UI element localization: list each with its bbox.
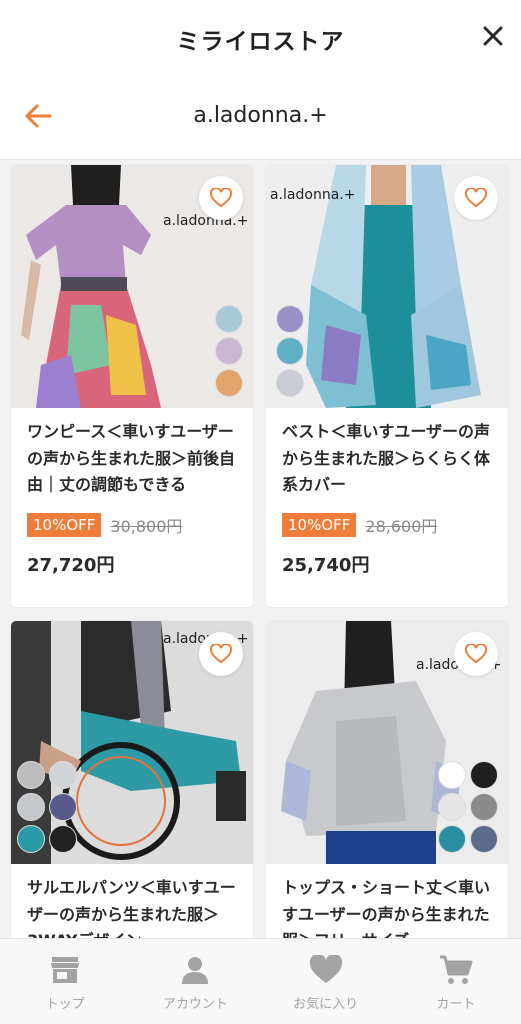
- bottom-tab-bar: トップ アカウント お気に入り カート: [0, 938, 521, 1024]
- brand-logo: a.ladonna.+: [163, 213, 249, 229]
- color-swatches: [438, 761, 502, 853]
- brand-logo: a.ladonna.+: [270, 187, 356, 203]
- heart-icon: [309, 955, 342, 983]
- heart-outline-icon: [210, 644, 232, 664]
- swatch[interactable]: [276, 305, 304, 333]
- swatch[interactable]: [470, 793, 498, 821]
- color-swatches: [276, 305, 304, 397]
- swatch[interactable]: [215, 305, 243, 333]
- swatch[interactable]: [438, 761, 466, 789]
- swatch[interactable]: [215, 337, 243, 365]
- close-button[interactable]: [475, 16, 511, 56]
- product-grid: a.ladonna.+ ワンピース＜車いすユーザーの声から生まれた服＞前後自由｜…: [0, 160, 521, 938]
- product-name: サルエルパンツ＜車いすユーザーの声から生まれた服＞3WAYデザイン: [27, 878, 236, 938]
- heart-outline-icon: [210, 188, 232, 208]
- swatch[interactable]: [49, 793, 77, 821]
- swatch[interactable]: [276, 337, 304, 365]
- swatch[interactable]: [17, 761, 45, 789]
- color-swatches: [215, 305, 243, 397]
- app-header: ミライロストア a.ladonna.+: [0, 0, 521, 160]
- heart-outline-icon: [465, 644, 487, 664]
- app-title: ミライロストア: [176, 29, 345, 55]
- sale-price: 25,740円: [282, 554, 370, 576]
- original-price: 30,800円: [110, 516, 183, 536]
- product-name: ワンピース＜車いすユーザーの声から生まれた服＞前後自由｜丈の調節もできる: [27, 422, 236, 494]
- product-image: a.ladonna.+: [11, 165, 253, 408]
- tab-label: トップ: [45, 997, 85, 1012]
- tab-cart[interactable]: カート: [391, 939, 521, 1024]
- tab-top[interactable]: トップ: [0, 939, 130, 1024]
- favorite-button[interactable]: [199, 176, 243, 220]
- discount-badge: 10%OFF: [27, 512, 102, 537]
- product-name: ベスト＜車いすユーザーの声から生まれた服＞らくらく体系カバー: [282, 422, 491, 494]
- discount-badge: 10%OFF: [282, 512, 357, 537]
- tab-account[interactable]: アカウント: [130, 939, 260, 1024]
- sale-price: 27,720円: [27, 554, 115, 576]
- swatch[interactable]: [438, 825, 466, 853]
- tab-label: お気に入り: [293, 997, 359, 1012]
- tab-label: アカウント: [162, 997, 228, 1012]
- swatch[interactable]: [276, 369, 304, 397]
- product-card[interactable]: a.ladonna.+ サルエルパンツ＜車いすユーザーの声から生まれた服＞3WA…: [11, 621, 253, 938]
- product-card[interactable]: a.ladonna.+ ベスト＜車いすユーザーの声から生まれた服＞らくらく体系カ…: [266, 165, 508, 607]
- cart-icon: [439, 955, 473, 984]
- favorite-button[interactable]: [454, 632, 498, 676]
- product-name: トップス・ショート丈＜車いすユーザーの声から生まれた服＞フリーサイズ: [282, 878, 491, 938]
- person-icon: [182, 957, 209, 984]
- favorite-button[interactable]: [199, 632, 243, 676]
- product-card[interactable]: a.ladonna.+ トップス・ショート丈＜車いすユーザーの声から生まれた服＞…: [266, 621, 508, 938]
- store-icon: [51, 957, 80, 983]
- swatch[interactable]: [49, 761, 77, 789]
- swatch[interactable]: [49, 825, 77, 853]
- product-image: a.ladonna.+: [266, 621, 508, 864]
- favorite-button[interactable]: [454, 176, 498, 220]
- heart-outline-icon: [465, 188, 487, 208]
- swatch[interactable]: [17, 825, 45, 853]
- swatch[interactable]: [470, 825, 498, 853]
- shop-name: a.ladonna.+: [193, 103, 328, 128]
- tab-favorites[interactable]: お気に入り: [261, 939, 391, 1024]
- swatch[interactable]: [470, 761, 498, 789]
- product-card[interactable]: a.ladonna.+ ワンピース＜車いすユーザーの声から生まれた服＞前後自由｜…: [11, 165, 253, 607]
- swatch[interactable]: [215, 369, 243, 397]
- swatch[interactable]: [438, 793, 466, 821]
- close-icon: [483, 26, 503, 46]
- product-image: a.ladonna.+: [11, 621, 253, 864]
- product-image: a.ladonna.+: [266, 165, 508, 408]
- tab-label: カート: [436, 997, 476, 1012]
- swatch[interactable]: [17, 793, 45, 821]
- color-swatches: [17, 761, 81, 853]
- original-price: 28,600円: [365, 516, 438, 536]
